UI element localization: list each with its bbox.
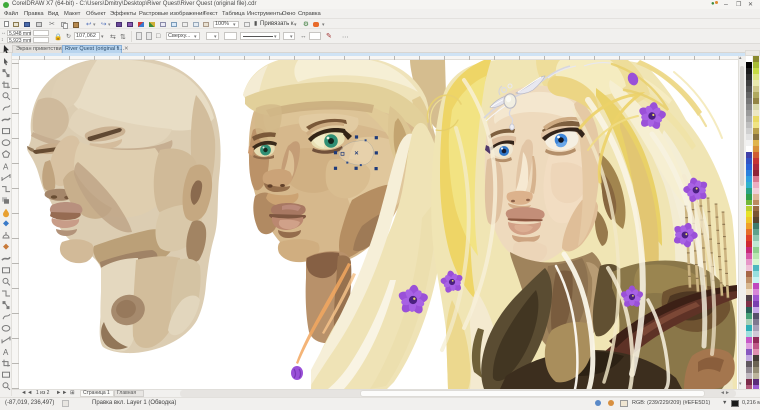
svg-text:A: A	[3, 162, 9, 171]
svg-text:A: A	[3, 348, 9, 357]
